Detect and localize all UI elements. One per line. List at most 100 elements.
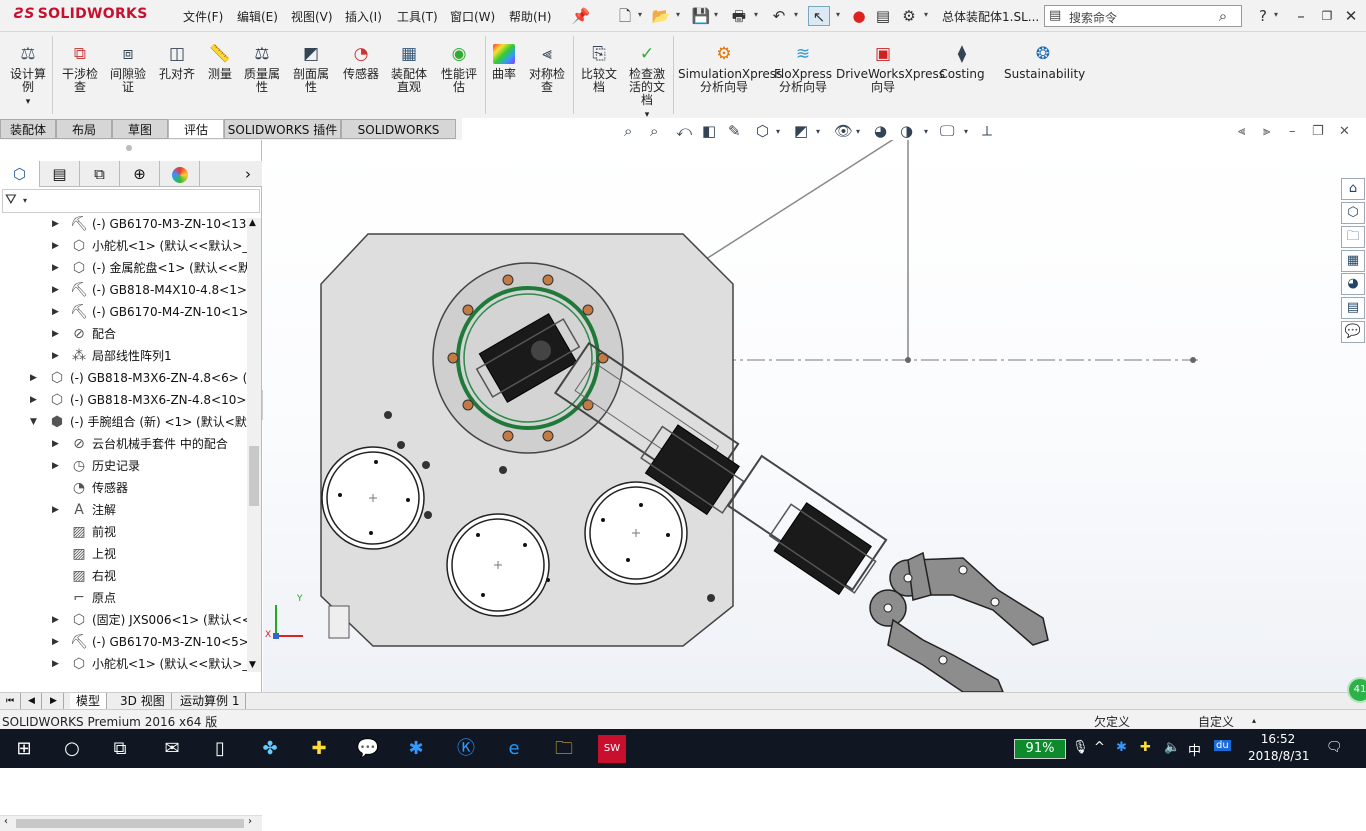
tree-item[interactable]: ▶ ⛏ (-) GB6170-M3-ZN-10<13	[0, 214, 246, 234]
star-app-icon[interactable]: ✱	[402, 735, 430, 763]
driveworksxpress-button[interactable]: ▣ DriveWorksXpress 向导	[836, 44, 945, 94]
previous-view-icon[interactable]: ⤺	[676, 122, 692, 140]
appearances-icon[interactable]: ◕	[1341, 273, 1365, 295]
file-explorer-taskbar-icon[interactable]: 🗀	[550, 735, 578, 763]
tree-item[interactable]: ▶ ⬡ (-) 金属舵盘<1> (默认<<默	[0, 258, 250, 278]
tab-assembly[interactable]: 装配体	[0, 119, 56, 139]
mass-properties-button[interactable]: ⚖ 质量属性	[240, 44, 284, 94]
expand-right-icon[interactable]: ▶	[52, 500, 59, 520]
tab-solidworks-mbd[interactable]: SOLIDWORKS MBD	[341, 119, 456, 157]
costing-button[interactable]: ⧫ Costing	[938, 44, 986, 81]
windows-start-icon[interactable]: ⊞	[10, 735, 38, 763]
rotate-axis-icon[interactable]: ⟂	[982, 122, 992, 140]
solidworks-logo[interactable]: ƧS SOLIDWORKS	[14, 6, 148, 22]
tree-item[interactable]: ◔ 传感器	[0, 478, 246, 498]
tab-layout[interactable]: 布局	[56, 119, 112, 139]
configurationmanager-tab[interactable]: ⧉	[80, 161, 120, 187]
tab-scroll-first-icon[interactable]: ⏮	[0, 693, 22, 710]
expand-down-icon[interactable]: ▼	[30, 412, 37, 432]
scroll-left-icon[interactable]: ‹	[4, 816, 8, 827]
minimize-icon[interactable]: –	[1290, 6, 1312, 26]
display-manager-tab[interactable]	[160, 161, 200, 187]
search-icon[interactable]: ⌕	[1212, 6, 1234, 26]
close-icon[interactable]: ✕	[1340, 6, 1362, 26]
sensor-button[interactable]: ◔ 传感器	[338, 44, 384, 81]
tray-app-icon[interactable]: ✱	[1116, 740, 1127, 755]
options-gear-icon[interactable]: ⚙	[898, 6, 920, 26]
edit-appearance-icon[interactable]: ◕	[874, 122, 887, 140]
tree-item[interactable]: ▶ ◷ 历史记录	[0, 456, 246, 476]
wechat-icon[interactable]: 💬	[354, 735, 382, 763]
tab-solidworks-addins[interactable]: SOLIDWORKS 插件	[224, 119, 341, 139]
menu-view[interactable]: 视图(V)	[291, 8, 333, 25]
dynamic-annotation-icon[interactable]: ✎	[728, 122, 741, 140]
tree-item[interactable]: ▼ ⬢ (-) 手腕组合 (新) <1> (默认<默	[0, 412, 247, 432]
expand-right-icon[interactable]: ▶	[52, 456, 59, 476]
tab-sketch[interactable]: 草图	[112, 119, 168, 139]
expand-right-icon[interactable]: ▶	[52, 324, 59, 344]
ime-indicator[interactable]: 中	[1188, 740, 1201, 759]
compare-documents-button[interactable]: ⎘ 比较文档	[576, 44, 622, 94]
battery-indicator[interactable]: 91%	[1014, 739, 1066, 759]
pin-icon[interactable]: 📌	[570, 6, 592, 26]
tray-expand-icon[interactable]: ^	[1094, 740, 1105, 755]
expand-right-icon[interactable]: ▶	[52, 346, 59, 366]
file-properties-icon[interactable]: ▤	[872, 6, 894, 26]
expand-right-icon[interactable]: ▶	[52, 610, 59, 630]
hide-show-icon[interactable]: 👁	[834, 122, 853, 140]
graphics-area[interactable]: Y X	[263, 140, 1366, 692]
unit-system[interactable]: 自定义	[1198, 713, 1234, 730]
expand-right-icon[interactable]: ▶	[30, 390, 37, 410]
tab-3d-view[interactable]: 3D 视图	[114, 693, 172, 710]
expand-right-icon[interactable]: ▶	[30, 368, 37, 388]
rebuild-icon[interactable]: ●	[848, 6, 870, 26]
simulationxpress-button[interactable]: ⚙ SimulationXpress 分析向导	[678, 44, 782, 94]
tree-item[interactable]: ▶ ⛏ (-) GB6170-M4-ZN-10<1>	[0, 302, 249, 322]
expand-right-icon[interactable]: ▶	[52, 632, 59, 652]
tree-item[interactable]: ▶ ⬡ (固定) JXS006<1> (默认<<	[0, 610, 252, 630]
expand-right-icon[interactable]: ▶	[52, 280, 59, 300]
featuremanager-tab[interactable]: ⬡	[0, 161, 40, 187]
section-view-icon[interactable]: ◧	[702, 122, 716, 140]
tree-item[interactable]: ▶ ⬡ 小舵机<1> (默认<<默认>_!	[0, 654, 253, 674]
measure-button[interactable]: 📏 测量	[204, 44, 236, 81]
menu-tools[interactable]: 工具(T)	[397, 8, 438, 25]
floxpress-button[interactable]: ≋ FloXpress 分析向导	[774, 44, 832, 94]
forum-icon[interactable]: 💬	[1341, 321, 1365, 343]
expand-right-icon[interactable]: ▶	[52, 236, 59, 256]
zoom-to-fit-icon[interactable]: ⌕	[624, 122, 632, 140]
dimxpert-tab[interactable]: ⊕	[120, 161, 160, 187]
print-icon[interactable]: 🖶	[728, 6, 750, 26]
tree-item[interactable]: ▶ A 注解	[0, 500, 246, 520]
doc-minimize-icon[interactable]: –	[1289, 124, 1296, 139]
menu-help[interactable]: 帮助(H)	[509, 8, 551, 25]
tree-item[interactable]: ▶ ⊘ 配合	[0, 324, 246, 344]
symmetry-check-button[interactable]: ⫷ 对称检查	[524, 44, 570, 94]
volume-icon[interactable]: 🔈	[1164, 740, 1180, 755]
doc-restore-icon[interactable]: ❐	[1312, 124, 1324, 139]
notification-badge[interactable]: 41	[1347, 677, 1366, 703]
interference-detection-button[interactable]: ⧉ 干涉检查	[58, 44, 102, 94]
design-study-button[interactable]: ⚖ 设计算例 ▾	[6, 44, 50, 109]
scroll-thumb[interactable]	[249, 446, 259, 506]
curvature-button[interactable]: 曲率	[488, 44, 520, 81]
hscroll-thumb[interactable]	[16, 819, 244, 828]
tree-item[interactable]: ⌐ 原点	[0, 588, 246, 608]
scroll-down-icon[interactable]: ▼	[249, 660, 256, 670]
tree-item[interactable]: ▶ ⛏ (-) GB6170-M3-ZN-10<5>	[0, 632, 249, 652]
menu-edit[interactable]: 编辑(E)	[237, 8, 278, 25]
tab-evaluate[interactable]: 评估	[168, 119, 224, 139]
tree-item[interactable]: ▨ 上视	[0, 544, 246, 564]
save-icon[interactable]: 💾	[690, 6, 712, 26]
action-center-icon[interactable]: 🗨	[1326, 740, 1343, 755]
panel-left-icon[interactable]: ⫷	[1238, 124, 1245, 139]
panel-grip[interactable]	[126, 145, 132, 151]
check-active-document-button[interactable]: ✓ 检查激活的文档 ▾	[624, 44, 670, 122]
doc-close-icon[interactable]: ✕	[1339, 124, 1350, 139]
expand-right-icon[interactable]: ▶	[52, 302, 59, 322]
expand-right-icon[interactable]: ▶	[52, 654, 59, 674]
mail-icon[interactable]: ✉	[158, 735, 186, 763]
unit-dropdown-icon[interactable]: ▴	[1252, 716, 1256, 725]
undo-icon[interactable]: ↶	[768, 6, 790, 26]
propertymanager-tab[interactable]: ▤	[40, 161, 80, 187]
